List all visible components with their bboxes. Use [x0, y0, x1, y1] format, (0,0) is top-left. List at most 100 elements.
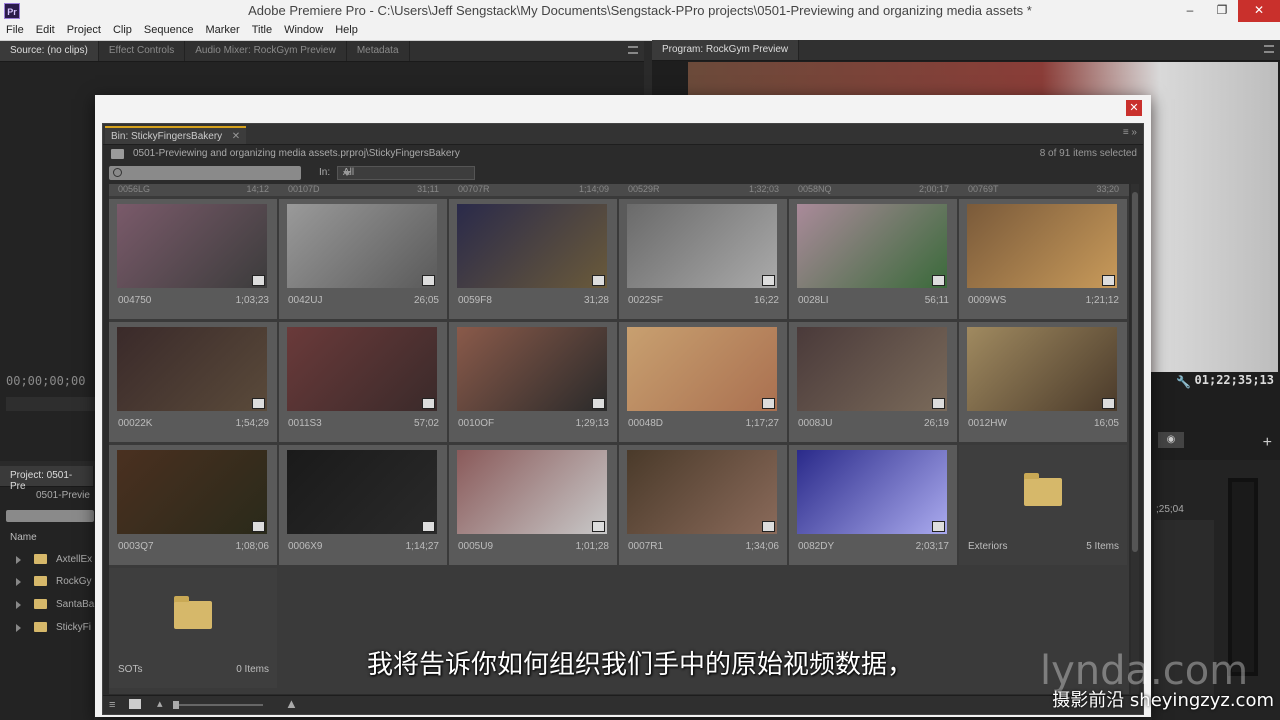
minimize-button[interactable]: –: [1174, 0, 1206, 22]
zoom-in-icon[interactable]: ▲: [285, 696, 298, 711]
clip-poster-frame[interactable]: [457, 450, 607, 534]
zoom-out-icon[interactable]: ▴: [157, 697, 163, 710]
project-list-item[interactable]: SantaBa: [0, 593, 94, 615]
clip-thumbnail-item[interactable]: 0007R1 1;34;06: [619, 445, 787, 565]
project-list-item[interactable]: AxtellEx: [0, 548, 94, 570]
menu-file[interactable]: File: [0, 22, 30, 40]
clip-thumbnail-item[interactable]: 0082DY 2;03;17: [789, 445, 957, 565]
source-timecode: 00;00;00;00: [6, 374, 86, 388]
menu-sequence[interactable]: Sequence: [138, 22, 200, 40]
project-list-item[interactable]: StickyFi: [0, 616, 94, 638]
clip-thumbnail-item[interactable]: 0028LI 56;11: [789, 199, 957, 319]
clip-name: 0028LI: [798, 295, 829, 306]
clip-poster-frame[interactable]: [287, 204, 437, 288]
slider-knob[interactable]: [173, 701, 179, 709]
tab-audio-mixer[interactable]: Audio Mixer: RockGym Preview: [185, 41, 347, 61]
project-list-item[interactable]: RockGy: [0, 570, 94, 592]
menu-help[interactable]: Help: [329, 22, 364, 40]
camera-icon[interactable]: ◉: [1158, 432, 1184, 448]
wrench-icon[interactable]: 🔧: [1176, 375, 1191, 389]
panel-menu-icon[interactable]: ≡ »: [1123, 127, 1137, 138]
clip-thumbnail-item[interactable]: 0006X9 1;14;27: [279, 445, 447, 565]
menu-title[interactable]: Title: [246, 22, 278, 40]
clip-thumbnail-item[interactable]: 0008JU 26;19: [789, 322, 957, 442]
add-button-icon[interactable]: +: [1263, 434, 1272, 452]
clip-thumbnail-item[interactable]: 0022SF 16;22: [619, 199, 787, 319]
clip-thumbnail-item[interactable]: 00048D 1;17;27: [619, 322, 787, 442]
bin-folder-icon[interactable]: [111, 149, 124, 159]
clip-duration: 1;08;06: [235, 541, 269, 552]
tab-metadata[interactable]: Metadata: [347, 41, 410, 61]
clip-poster-frame[interactable]: [117, 450, 267, 534]
icon-view-grid: 0056LG 14;12 00107D 31;11 00707R 1;14;09 00529…: [109, 184, 1129, 694]
clip-thumbnail-item[interactable]: 0010OF 1;29;13: [449, 322, 617, 442]
scrollbar-thumb[interactable]: [1132, 192, 1138, 552]
partial-clip-duration: 1;32;03: [748, 184, 779, 194]
bin-search-row: In: All: [103, 164, 1143, 182]
clip-thumbnail-item[interactable]: 0009WS 1;21;12: [959, 199, 1127, 319]
dialog-close-button[interactable]: ✕: [1126, 100, 1142, 116]
clip-duration: 16;22: [753, 295, 779, 306]
clip-thumbnail-item[interactable]: 0003Q7 1;08;06: [109, 445, 277, 565]
clip-poster-frame[interactable]: [287, 327, 437, 411]
clip-poster-frame[interactable]: [797, 327, 947, 411]
clip-poster-frame[interactable]: [117, 327, 267, 411]
clip-thumbnail-item[interactable]: 0042UJ 26;05: [279, 199, 447, 319]
menu-marker[interactable]: Marker: [199, 22, 245, 40]
clip-poster-frame[interactable]: [967, 204, 1117, 288]
menu-project[interactable]: Project: [61, 22, 107, 40]
menu-edit[interactable]: Edit: [30, 22, 61, 40]
clip-duration: 26;05: [413, 295, 439, 306]
tab-program[interactable]: Program: RockGym Preview: [652, 40, 800, 60]
expand-arrow-icon[interactable]: [16, 578, 21, 586]
tab-source[interactable]: Source: (no clips): [0, 41, 99, 61]
clip-poster-frame[interactable]: [117, 204, 267, 288]
project-search-input[interactable]: [6, 510, 94, 522]
panel-menu-icon[interactable]: [1264, 45, 1274, 53]
partial-clip-row: 0056LG 14;12 00107D 31;11 00707R 1;14;09 00529…: [109, 184, 1129, 196]
clip-poster-frame[interactable]: [967, 327, 1117, 411]
restore-button[interactable]: ❐: [1206, 0, 1238, 22]
project-name-column-header[interactable]: Name: [10, 532, 37, 543]
expand-arrow-icon[interactable]: [16, 624, 21, 632]
folder-icon: [34, 599, 47, 609]
clip-name: 0008JU: [798, 418, 833, 429]
clip-thumbnail-item[interactable]: 004750 1;03;23: [109, 199, 277, 319]
clip-name: 0012HW: [968, 418, 1007, 429]
expand-arrow-icon[interactable]: [16, 556, 21, 564]
clip-thumbnail-item[interactable]: 0005U9 1;01;28: [449, 445, 617, 565]
tab-effect-controls[interactable]: Effect Controls: [99, 41, 186, 61]
clip-thumbnail-item[interactable]: 0059F8 31;28: [449, 199, 617, 319]
clip-poster-frame[interactable]: [287, 450, 437, 534]
list-view-icon[interactable]: ≡: [109, 699, 115, 711]
clip-poster-frame[interactable]: [797, 450, 947, 534]
close-window-button[interactable]: ✕: [1238, 0, 1280, 22]
clip-poster-frame[interactable]: [627, 204, 777, 288]
in-dropdown[interactable]: All: [337, 166, 475, 180]
bin-folder-item[interactable]: Exteriors 5 Items: [959, 445, 1127, 565]
bin-search-input[interactable]: [109, 166, 301, 180]
clip-poster-frame[interactable]: [627, 327, 777, 411]
clip-name: 0011S3: [288, 418, 322, 429]
tab-close-icon[interactable]: ✕: [232, 131, 240, 142]
clip-thumbnail-item[interactable]: 0012HW 16;05: [959, 322, 1127, 442]
clip-poster-frame[interactable]: [797, 204, 947, 288]
tab-bin[interactable]: Bin: StickyFingersBakery ✕: [105, 126, 247, 144]
clip-poster-frame[interactable]: [457, 327, 607, 411]
expand-arrow-icon[interactable]: [16, 601, 21, 609]
site-watermark: 摄影前沿 sheyingzyz.com: [1052, 690, 1274, 711]
menu-window[interactable]: Window: [278, 22, 329, 40]
clip-duration: 1;21;12: [1085, 295, 1119, 306]
bin-scrollbar[interactable]: [1131, 184, 1139, 694]
project-item-label: AxtellEx: [56, 554, 93, 565]
clip-thumbnail-item[interactable]: 0011S3 57;02: [279, 322, 447, 442]
icon-view-icon[interactable]: [129, 699, 141, 709]
menu-clip[interactable]: Clip: [107, 22, 138, 40]
clip-duration: 26;19: [923, 418, 949, 429]
panel-menu-icon[interactable]: [628, 46, 638, 54]
clip-thumbnail-item[interactable]: 00022K 1;54;29: [109, 322, 277, 442]
thumbnail-size-slider[interactable]: [173, 701, 263, 709]
tab-project[interactable]: Project: 0501-Pre: [0, 466, 94, 492]
clip-poster-frame[interactable]: [457, 204, 607, 288]
clip-poster-frame[interactable]: [627, 450, 777, 534]
